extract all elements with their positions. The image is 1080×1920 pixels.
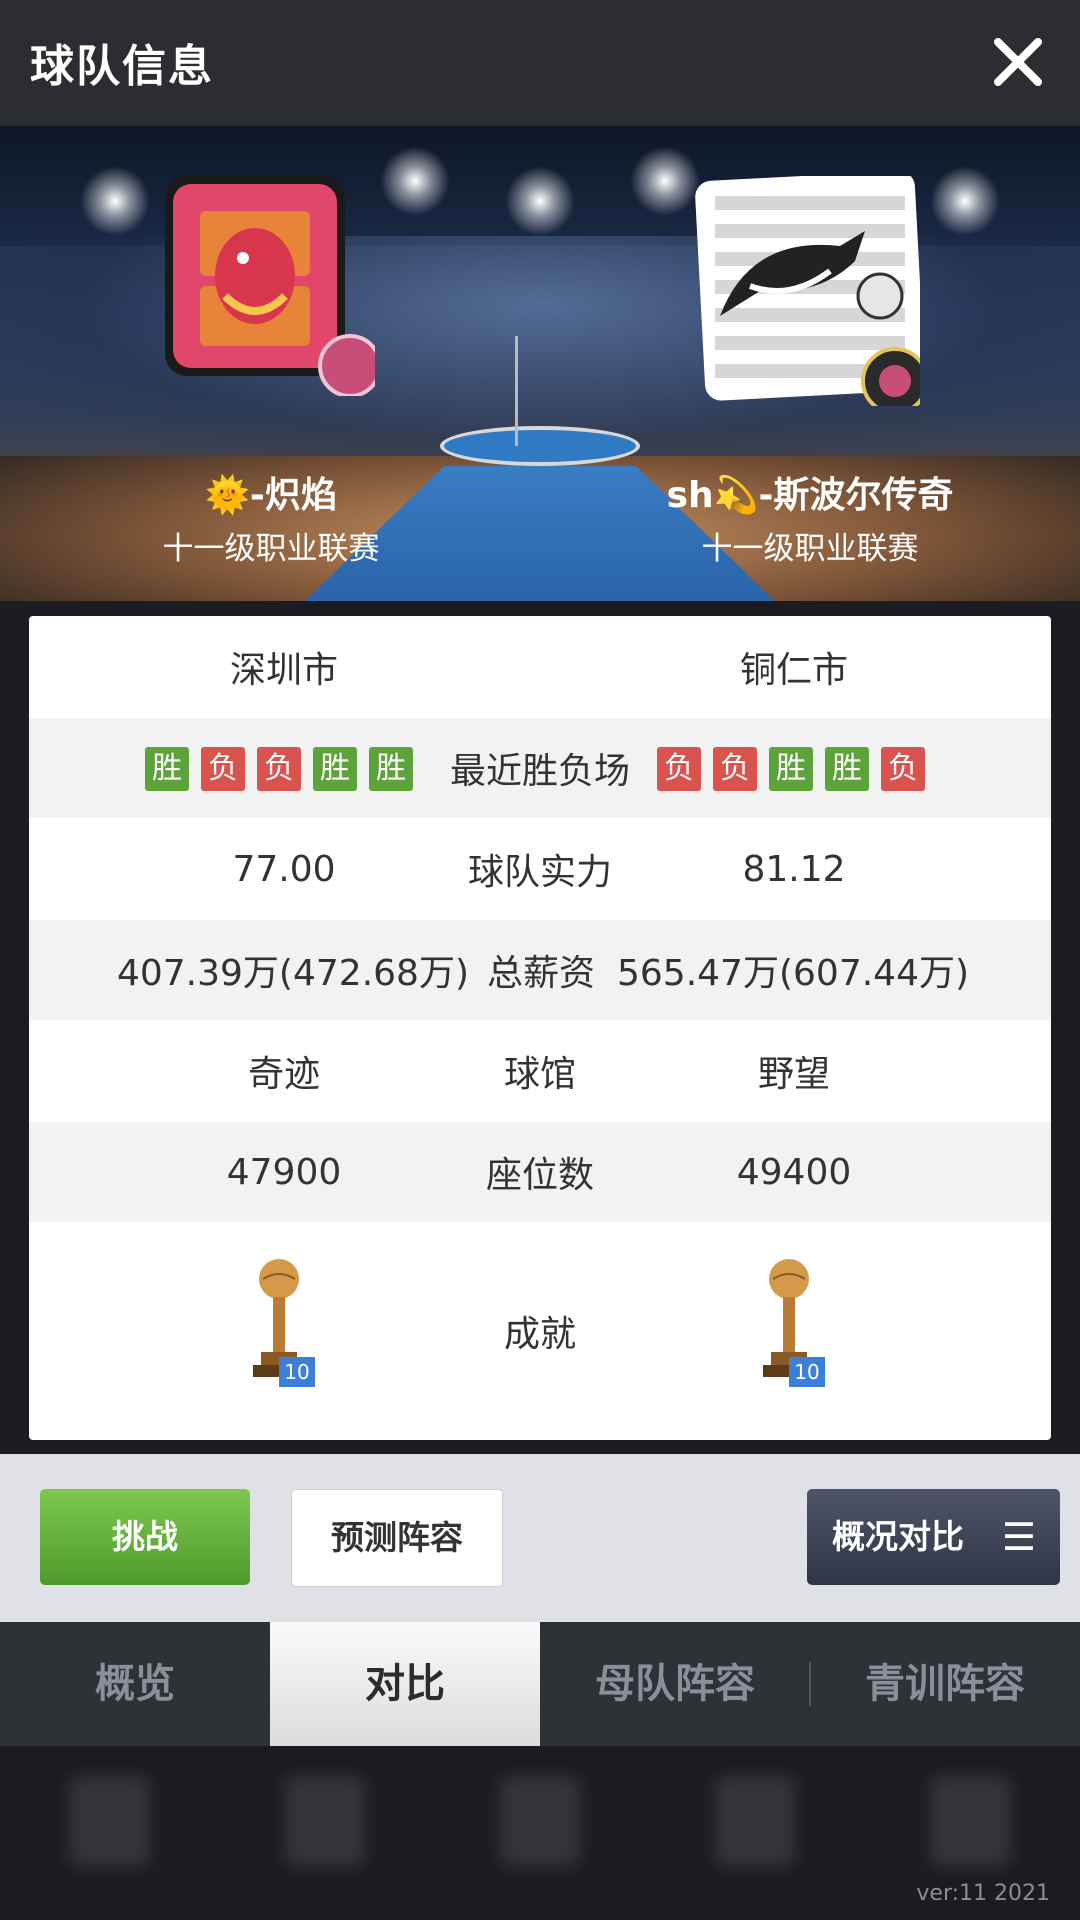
tab-overview[interactable]: 概览 — [0, 1622, 270, 1746]
seats-right: 49400 — [736, 1151, 852, 1193]
salary-left: 407.39万(472.68万) — [116, 953, 469, 994]
spotlight — [930, 166, 1000, 236]
predict-lineup-button[interactable]: 预测阵容 — [291, 1489, 503, 1587]
salary-row: 407.39万(472.68万) 总薪资 565.47万(607.44万) — [29, 920, 1051, 1020]
recent-right: 负负胜胜负 — [651, 746, 931, 791]
blurred-nav-icon — [285, 1776, 365, 1866]
version-label: ver:11 2021 — [916, 1881, 1050, 1906]
blurred-nav-icon — [500, 1776, 580, 1866]
arena-right: 野望 — [757, 1054, 830, 1095]
result-badge: 胜 — [825, 746, 869, 791]
close-icon[interactable] — [986, 30, 1050, 94]
result-badge: 负 — [657, 746, 701, 791]
city-right: 铜仁市 — [739, 650, 848, 691]
spotlight — [380, 146, 450, 216]
recent-left: 胜负负胜胜 — [139, 746, 419, 791]
strength-row: 77.00 球队实力 81.12 — [29, 818, 1051, 920]
result-badge: 负 — [713, 746, 757, 791]
compare-overview-label: 概况对比 — [832, 1517, 964, 1556]
strength-right: 81.12 — [742, 848, 846, 890]
title-bar: 球队信息 — [0, 0, 1080, 126]
achievement-label: 成就 — [503, 1314, 576, 1355]
result-badge: 负 — [201, 746, 245, 791]
trophy-left[interactable]: 10 — [249, 1257, 319, 1397]
tab-bar: 概览 对比 母队阵容 青训阵容 — [0, 1622, 1080, 1746]
recent-results-row: 胜负负胜胜 最近胜负场 负负胜胜负 — [29, 718, 1051, 818]
tab-parent-lineup[interactable]: 母队阵容 — [540, 1622, 810, 1746]
result-badge: 胜 — [769, 746, 813, 791]
spotlight — [80, 166, 150, 236]
arena-row: 奇迹 球馆 野望 — [29, 1020, 1051, 1122]
team-name-right: sh💫-斯波尔传奇 — [666, 475, 954, 516]
team-name-left: 🌞-炽焰 — [205, 475, 337, 516]
blurred-bottom-nav: ver:11 2021 — [0, 1746, 1080, 1920]
salary-right: 565.47万(607.44万) — [617, 953, 970, 994]
trophy-count-right: 10 — [789, 1357, 825, 1387]
city-left: 深圳市 — [229, 650, 338, 691]
salary-label: 总薪资 — [486, 953, 595, 994]
tab-youth-lineup[interactable]: 青训阵容 — [810, 1622, 1080, 1746]
team-banner: 🌞-炽焰 十一级职业联赛 sh💫-斯波尔传奇 十一级职业联赛 — [0, 126, 1080, 601]
result-badge: 负 — [257, 746, 301, 791]
spotlight — [505, 166, 575, 236]
result-badge: 负 — [881, 746, 925, 791]
seats-row: 47900 座位数 49400 — [29, 1122, 1051, 1222]
recent-label: 最近胜负场 — [449, 751, 630, 792]
compare-overview-button[interactable]: 概况对比 ☰ — [807, 1489, 1060, 1585]
city-row: 深圳市 铜仁市 — [29, 616, 1051, 718]
action-bar: 挑战 预测阵容 概况对比 ☰ — [0, 1454, 1080, 1622]
achievement-row: 10 成就 10 — [29, 1222, 1051, 1440]
team-logo-left[interactable] — [145, 166, 375, 396]
challenge-button[interactable]: 挑战 — [40, 1489, 250, 1585]
team-logo-right[interactable] — [690, 176, 920, 406]
blurred-nav-icon — [930, 1776, 1010, 1866]
tab-compare[interactable]: 对比 — [270, 1622, 540, 1746]
menu-icon: ☰ — [1001, 1515, 1036, 1559]
trophy-right[interactable]: 10 — [759, 1257, 829, 1397]
result-badge: 胜 — [145, 746, 189, 791]
page-title: 球队信息 — [30, 41, 214, 92]
basketball-hoop — [515, 336, 568, 446]
blurred-nav-icon — [70, 1776, 150, 1866]
team-league-right: 十一级职业联赛 — [701, 531, 919, 567]
team-league-left: 十一级职业联赛 — [162, 531, 380, 567]
result-badge: 胜 — [313, 746, 357, 791]
comparison-table: 深圳市 铜仁市 胜负负胜胜 最近胜负场 负负胜胜负 77.00 球队实力 81.… — [29, 616, 1051, 1440]
trophy-count-left: 10 — [279, 1357, 315, 1387]
blurred-nav-icon — [715, 1776, 795, 1866]
